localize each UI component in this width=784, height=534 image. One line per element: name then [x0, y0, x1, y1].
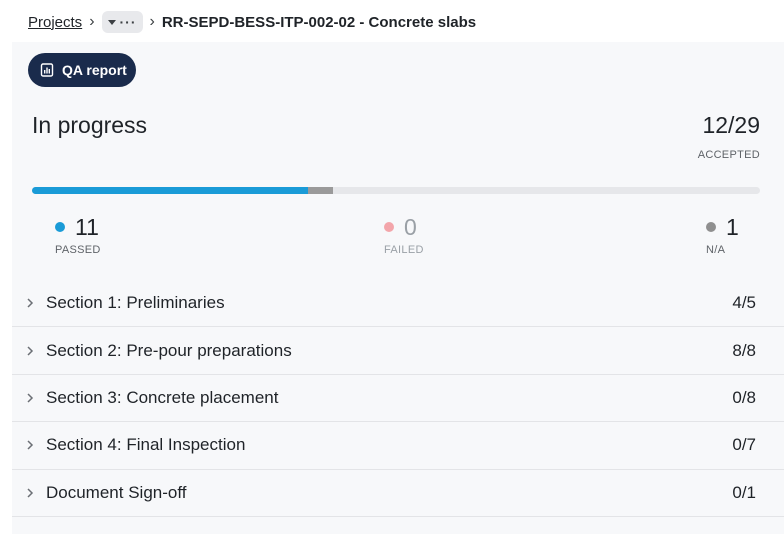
- section-row[interactable]: Section 4: Final Inspection 0/7: [12, 422, 784, 470]
- report-chart-icon: [40, 63, 54, 77]
- failed-label: FAILED: [384, 244, 424, 256]
- breadcrumb-current: RR-SEPD-BESS-ITP-002-02 - Concrete slabs: [161, 13, 477, 31]
- section-count: 8/8: [732, 340, 756, 360]
- breadcrumb-overflow-button[interactable]: ···: [101, 11, 143, 33]
- section-name: Section 3: Concrete placement: [46, 387, 279, 407]
- accepted-label: ACCEPTED: [697, 149, 760, 161]
- chevron-right-icon: [26, 392, 46, 404]
- qa-report-button[interactable]: QA report: [28, 53, 136, 87]
- na-label: N/A: [706, 244, 726, 256]
- chevron-right-icon: ›: [149, 13, 155, 30]
- chevron-right-icon: ›: [89, 13, 95, 30]
- stat-passed: 11 PASSED: [55, 214, 101, 256]
- caret-down-icon: [107, 19, 116, 25]
- breadcrumb: Projects › ··· › RR-SEPD-BESS-ITP-002-02…: [28, 10, 476, 34]
- section-row[interactable]: Document Sign-off 0/1: [12, 470, 784, 517]
- chevron-right-icon: [26, 297, 46, 309]
- passed-label: PASSED: [55, 244, 101, 256]
- stat-na: 1 N/A: [706, 214, 739, 256]
- section-name: Section 2: Pre-pour preparations: [46, 340, 292, 360]
- progress-bar: [32, 187, 760, 194]
- status-title: In progress: [32, 112, 148, 138]
- failed-count: 0: [404, 214, 417, 240]
- stat-failed: 0 FAILED: [384, 214, 424, 256]
- progress-passed-segment: [32, 187, 309, 194]
- passed-count: 11: [75, 214, 99, 240]
- section-count: 0/7: [732, 435, 756, 455]
- breadcrumb-projects-link[interactable]: Projects: [28, 14, 82, 31]
- section-count: 4/5: [732, 293, 756, 313]
- passed-dot-icon: [55, 222, 65, 232]
- progress-na-segment: [308, 187, 334, 194]
- chevron-right-icon: [26, 345, 46, 357]
- chevron-right-icon: [26, 487, 46, 499]
- inspection-panel: QA report In progress 12/29 ACCEPTED 11 …: [12, 42, 784, 534]
- section-row[interactable]: Section 3: Concrete placement 0/8: [12, 375, 784, 423]
- section-count: 0/8: [732, 387, 756, 407]
- section-row[interactable]: Section 1: Preliminaries 4/5: [12, 280, 784, 328]
- more-horizontal-icon: ···: [119, 14, 137, 30]
- section-row[interactable]: Section 2: Pre-pour preparations 8/8: [12, 327, 784, 375]
- na-count: 1: [726, 214, 739, 240]
- failed-dot-icon: [384, 222, 394, 232]
- section-name: Document Sign-off: [46, 482, 187, 502]
- qa-report-label: QA report: [62, 62, 127, 78]
- section-count: 0/1: [732, 482, 756, 502]
- na-dot-icon: [706, 222, 716, 232]
- section-list: Section 1: Preliminaries 4/5 Section 2: …: [12, 280, 784, 517]
- accepted-ratio: 12/29: [702, 112, 760, 138]
- chevron-right-icon: [26, 439, 46, 451]
- section-name: Section 4: Final Inspection: [46, 435, 246, 455]
- section-name: Section 1: Preliminaries: [46, 293, 225, 313]
